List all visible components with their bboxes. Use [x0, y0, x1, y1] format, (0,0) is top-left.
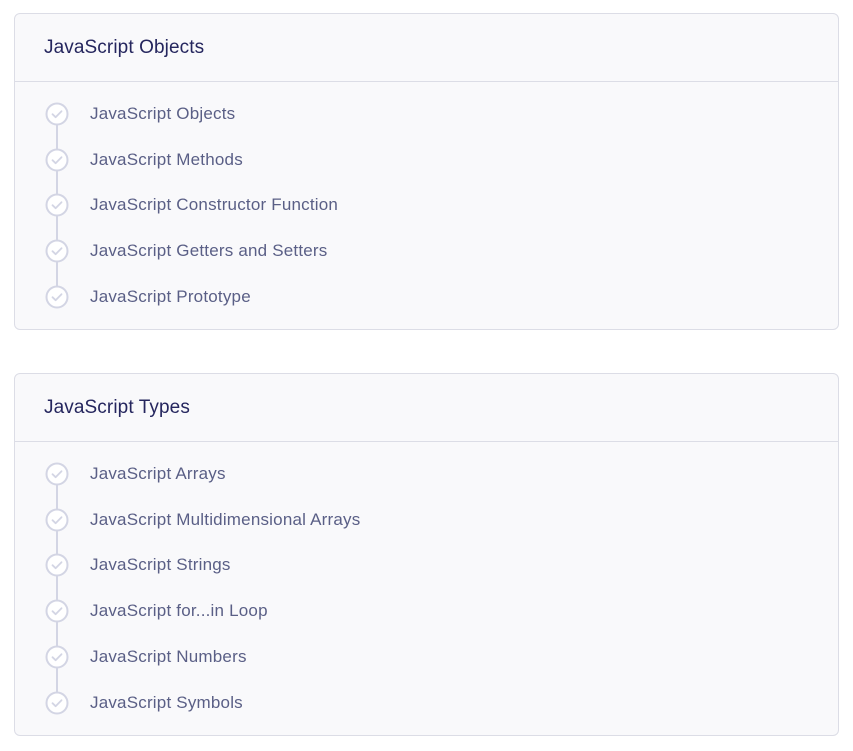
- check-circle-icon: [45, 691, 69, 715]
- lesson-link[interactable]: JavaScript Symbols: [90, 693, 243, 713]
- lesson-link[interactable]: JavaScript Strings: [90, 555, 231, 575]
- check-circle-icon: [45, 553, 69, 577]
- lesson-link[interactable]: JavaScript Methods: [90, 150, 243, 170]
- lesson-item[interactable]: JavaScript for...in Loop: [15, 588, 838, 653]
- lesson-item[interactable]: JavaScript Strings: [15, 543, 838, 607]
- lesson-item[interactable]: JavaScript Multidimensional Arrays: [15, 497, 838, 561]
- lesson-item[interactable]: JavaScript Numbers: [15, 634, 838, 699]
- lesson-link[interactable]: JavaScript Constructor Function: [90, 195, 338, 215]
- section-header[interactable]: JavaScript Types: [15, 374, 838, 442]
- lesson-item[interactable]: JavaScript Objects: [15, 91, 838, 155]
- lesson-item[interactable]: JavaScript Prototype: [15, 274, 838, 320]
- section-javascript-types: JavaScript Types JavaScript Arrays JavaS…: [14, 373, 839, 736]
- lesson-link[interactable]: JavaScript Numbers: [90, 647, 247, 667]
- lesson-item[interactable]: JavaScript Arrays: [15, 451, 838, 515]
- lesson-item[interactable]: JavaScript Getters and Setters: [15, 228, 838, 293]
- check-circle-icon: [45, 508, 69, 532]
- lesson-item[interactable]: JavaScript Symbols: [15, 680, 838, 726]
- lesson-item[interactable]: JavaScript Methods: [15, 137, 838, 201]
- check-circle-icon: [45, 285, 69, 309]
- check-circle-icon: [45, 599, 69, 623]
- lesson-link[interactable]: JavaScript Getters and Setters: [90, 241, 328, 261]
- section-title: JavaScript Types: [44, 396, 190, 418]
- lesson-item[interactable]: JavaScript Constructor Function: [15, 183, 838, 247]
- lesson-link[interactable]: JavaScript for...in Loop: [90, 601, 268, 621]
- check-circle-icon: [45, 462, 69, 486]
- check-circle-icon: [45, 193, 69, 217]
- check-circle-icon: [45, 645, 69, 669]
- lesson-list: JavaScript Objects JavaScript Methods Ja…: [15, 82, 838, 320]
- lesson-link[interactable]: JavaScript Multidimensional Arrays: [90, 510, 360, 530]
- section-javascript-objects: JavaScript Objects JavaScript Objects Ja…: [14, 13, 839, 330]
- lesson-link[interactable]: JavaScript Objects: [90, 104, 235, 124]
- lesson-list: JavaScript Arrays JavaScript Multidimens…: [15, 442, 838, 726]
- check-circle-icon: [45, 239, 69, 263]
- check-circle-icon: [45, 102, 69, 126]
- lesson-link[interactable]: JavaScript Arrays: [90, 464, 226, 484]
- check-circle-icon: [45, 148, 69, 172]
- lesson-link[interactable]: JavaScript Prototype: [90, 287, 251, 307]
- section-title: JavaScript Objects: [44, 36, 205, 58]
- section-header[interactable]: JavaScript Objects: [15, 14, 838, 82]
